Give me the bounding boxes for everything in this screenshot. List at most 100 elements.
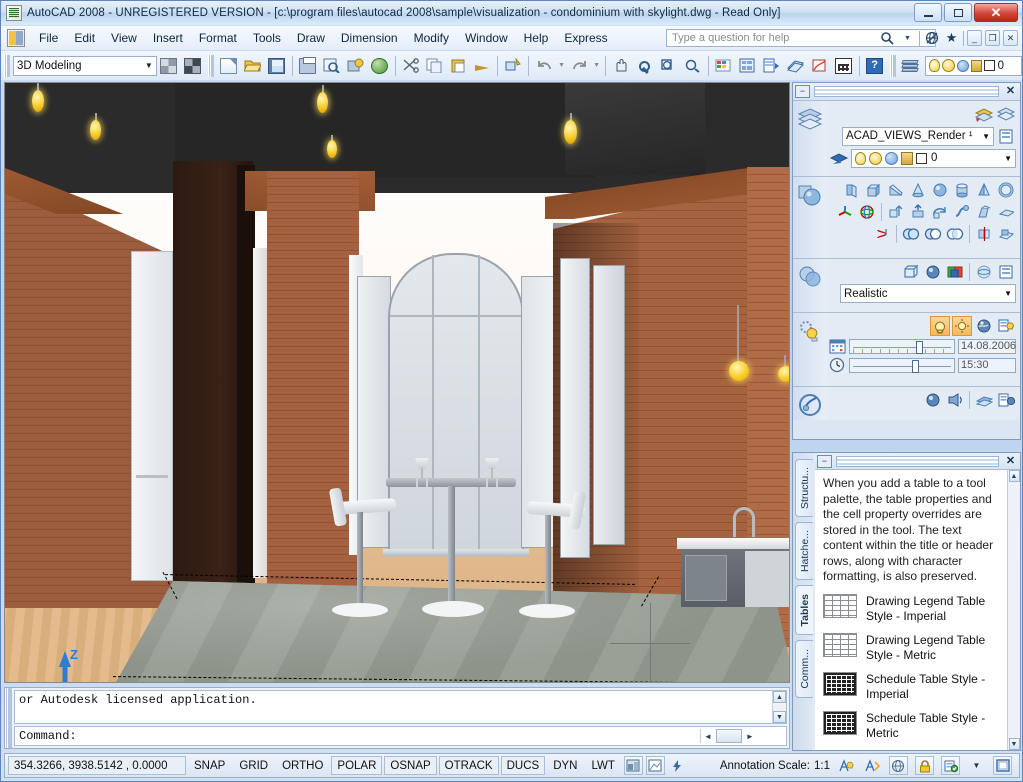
tool-palette-scrollbar[interactable]: ▲ ▼ bbox=[1007, 470, 1020, 750]
layer-control-combo[interactable]: 0 bbox=[924, 55, 1022, 76]
sheet-set-icon[interactable] bbox=[785, 55, 807, 77]
ortho-toggle[interactable]: ORTHO bbox=[276, 756, 329, 775]
grid-toggle[interactable]: GRID bbox=[233, 756, 274, 775]
layer-color-icon[interactable] bbox=[916, 152, 927, 164]
visual-style-combo[interactable]: Realistic ▼ bbox=[840, 284, 1016, 303]
layers-panel-control-icon[interactable] bbox=[793, 101, 827, 176]
scroll-up-icon[interactable]: ▲ bbox=[1008, 470, 1020, 482]
redo-dropdown-icon[interactable]: ▼ bbox=[592, 55, 601, 77]
layer-on-off-bulb-icon[interactable] bbox=[855, 151, 866, 165]
communication-center-icon[interactable] bbox=[923, 29, 940, 47]
render-panel-control-icon[interactable] bbox=[793, 387, 827, 420]
intersect-icon[interactable] bbox=[945, 224, 965, 244]
workspace-my-workspace-icon[interactable] bbox=[182, 55, 204, 77]
sun-status-icon[interactable] bbox=[930, 316, 950, 336]
help-icon[interactable]: ? bbox=[864, 55, 886, 77]
annotation-autoscale-icon[interactable] bbox=[863, 756, 882, 775]
document-minimize-button[interactable]: _ bbox=[967, 30, 982, 46]
layer-freeze-vp-icon[interactable] bbox=[956, 59, 969, 72]
copy-icon[interactable] bbox=[423, 55, 445, 77]
help-search-dropdown-icon[interactable]: ▼ bbox=[899, 29, 916, 47]
plot-preview-icon[interactable] bbox=[321, 55, 343, 77]
coordinates-display[interactable]: 354.3266, 3938.5142 , 0.0000 bbox=[8, 756, 186, 775]
dashboard-close-button[interactable]: ✕ bbox=[1003, 85, 1018, 98]
render-quality-icon[interactable] bbox=[945, 390, 965, 410]
menu-item-format[interactable]: Format bbox=[191, 28, 245, 48]
list-item[interactable]: Schedule Table Style - Imperial bbox=[823, 671, 1001, 702]
3d-make-panel-control-icon[interactable] bbox=[793, 177, 827, 258]
section-plane-icon[interactable] bbox=[996, 224, 1016, 244]
paper-space-icon[interactable] bbox=[645, 756, 665, 775]
tool-palette-content[interactable]: When you add a table to a tool palette, … bbox=[815, 470, 1020, 750]
hscroll-right-icon[interactable]: ► bbox=[746, 732, 754, 741]
command-history[interactable]: or Autodesk licensed application. ▲ ▼ bbox=[14, 690, 787, 724]
menu-item-help[interactable]: Help bbox=[516, 28, 557, 48]
undo-dropdown-icon[interactable]: ▼ bbox=[557, 55, 566, 77]
sun-time-slider[interactable] bbox=[849, 357, 955, 373]
model-space-icon[interactable] bbox=[623, 756, 643, 775]
geographic-location-icon[interactable] bbox=[974, 316, 994, 336]
publish-icon[interactable] bbox=[345, 55, 367, 77]
lights-in-model-icon[interactable] bbox=[996, 316, 1016, 336]
clean-screen-icon[interactable] bbox=[993, 756, 1012, 775]
menu-item-edit[interactable]: Edit bbox=[66, 28, 103, 48]
slice-icon[interactable] bbox=[974, 224, 994, 244]
pyramid-icon[interactable] bbox=[974, 180, 994, 200]
performance-tuner-icon[interactable] bbox=[941, 756, 960, 775]
layer-color-swatch-icon[interactable] bbox=[983, 60, 995, 71]
annotation-visibility-icon[interactable] bbox=[837, 756, 856, 775]
layer-vp-freeze-icon[interactable] bbox=[885, 151, 898, 165]
menu-item-dimension[interactable]: Dimension bbox=[333, 28, 406, 48]
render-environment-icon[interactable] bbox=[996, 390, 1016, 410]
scroll-down-icon[interactable]: ▼ bbox=[773, 711, 786, 723]
layer-manager-icon[interactable] bbox=[996, 104, 1016, 124]
menu-app-icon[interactable] bbox=[7, 29, 25, 47]
layer-previous-icon[interactable] bbox=[974, 104, 994, 124]
dyn-toggle[interactable]: DYN bbox=[547, 756, 583, 775]
pan-icon[interactable] bbox=[610, 55, 632, 77]
status-expand-arrow-icon[interactable]: ▼ bbox=[967, 756, 986, 775]
sphere-icon[interactable] bbox=[930, 180, 950, 200]
quickcalc-icon[interactable] bbox=[833, 55, 855, 77]
extrude-icon[interactable] bbox=[886, 202, 906, 222]
list-item[interactable]: Drawing Legend Table Style - Imperial bbox=[823, 593, 1001, 624]
cone-icon[interactable] bbox=[908, 180, 928, 200]
tab-tables[interactable]: Tables bbox=[795, 585, 813, 635]
scroll-up-icon[interactable]: ▲ bbox=[773, 691, 786, 703]
3dprint-icon[interactable] bbox=[369, 55, 391, 77]
toolbar-lock-icon[interactable] bbox=[915, 756, 934, 775]
block-editor-icon[interactable] bbox=[502, 55, 524, 77]
3drotate-icon[interactable] bbox=[857, 202, 877, 222]
sun-properties-icon[interactable] bbox=[952, 316, 972, 336]
toolbar-grip-standard[interactable] bbox=[207, 54, 214, 77]
qnew-icon[interactable] bbox=[218, 55, 240, 77]
polar-toggle[interactable]: POLAR bbox=[331, 756, 383, 775]
color-face-icon[interactable] bbox=[945, 262, 965, 282]
lwt-toggle[interactable]: LWT bbox=[585, 756, 620, 775]
save-icon[interactable] bbox=[266, 55, 288, 77]
window-maximize-button[interactable] bbox=[944, 3, 972, 22]
redo-icon[interactable] bbox=[568, 55, 590, 77]
menu-item-file[interactable]: File bbox=[31, 28, 66, 48]
union-icon[interactable] bbox=[901, 224, 921, 244]
visual-styles-panel-control-icon[interactable] bbox=[793, 259, 827, 312]
annotation-scale-value[interactable]: 1:1 bbox=[814, 760, 830, 772]
dashboard-grip[interactable] bbox=[814, 86, 999, 97]
workspace-settings-icon[interactable] bbox=[158, 55, 180, 77]
polysolid-icon[interactable] bbox=[842, 180, 862, 200]
paste-icon[interactable] bbox=[447, 55, 469, 77]
document-restore-button[interactable]: ❐ bbox=[985, 30, 1000, 46]
plot-icon[interactable] bbox=[297, 55, 319, 77]
2d-wireframe-icon[interactable] bbox=[901, 262, 921, 282]
properties-icon[interactable] bbox=[713, 55, 735, 77]
hscroll-left-icon[interactable]: ◄ bbox=[701, 732, 712, 741]
matchprop-icon[interactable] bbox=[471, 55, 493, 77]
wedge-icon[interactable] bbox=[886, 180, 906, 200]
tool-palette-grip[interactable] bbox=[836, 455, 999, 467]
menu-item-insert[interactable]: Insert bbox=[145, 28, 191, 48]
zoom-previous-icon[interactable] bbox=[682, 55, 704, 77]
realistic-icon[interactable] bbox=[923, 262, 943, 282]
sun-time-value[interactable]: 15:30 bbox=[958, 357, 1016, 373]
planar-surface-icon[interactable] bbox=[996, 202, 1016, 222]
dashboard-minimize-button[interactable]: − bbox=[795, 85, 810, 98]
